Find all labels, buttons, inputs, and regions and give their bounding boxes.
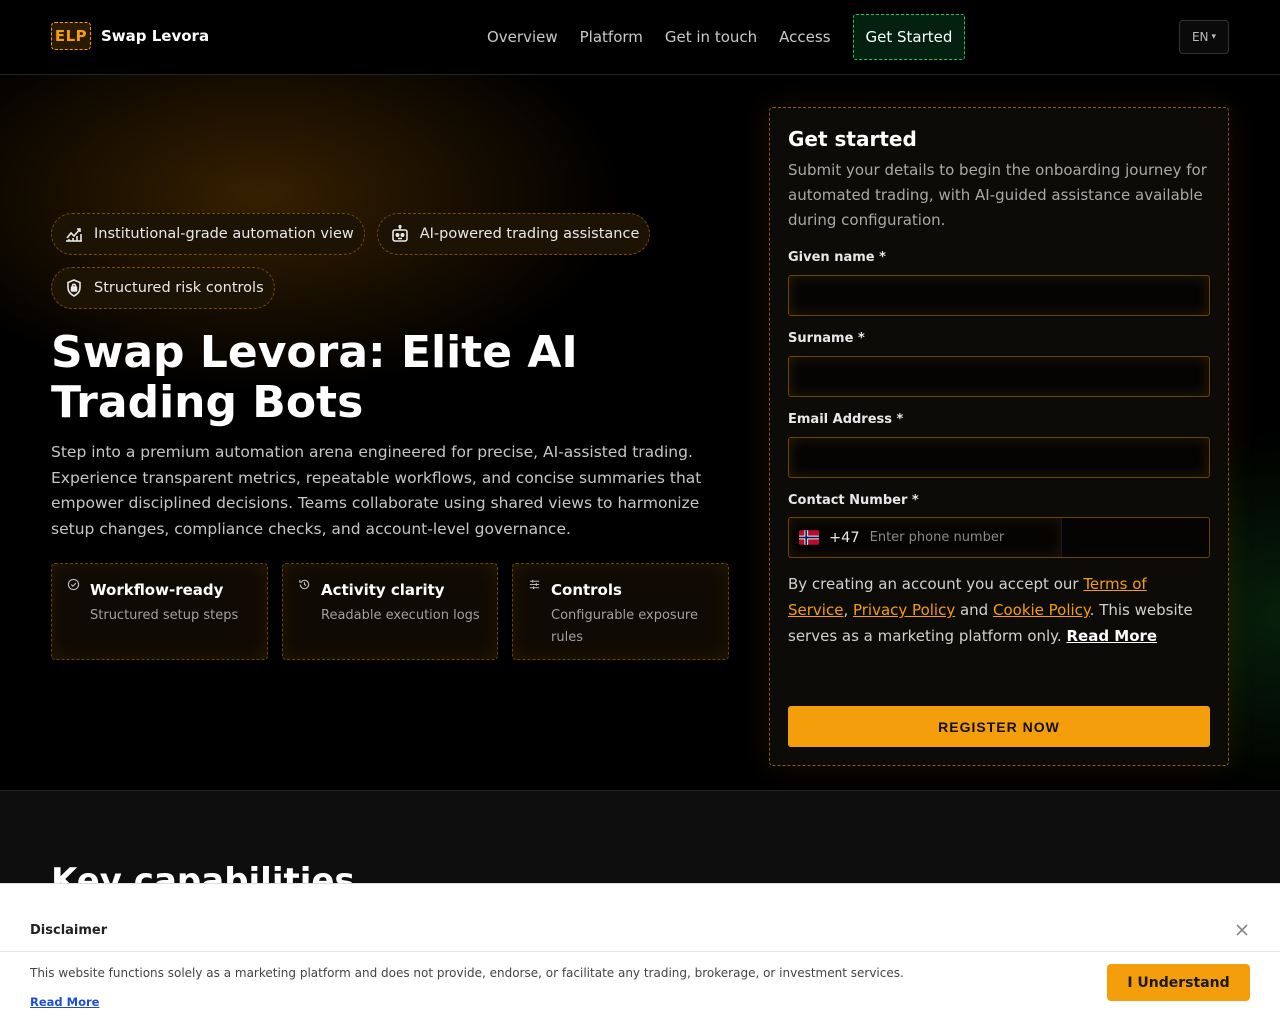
feature-title: Workflow-ready: [90, 581, 224, 599]
sliders-icon: [529, 579, 540, 590]
nav-overview[interactable]: Overview: [487, 28, 558, 46]
feature-subtitle: Structured setup steps: [90, 608, 239, 623]
surname-field[interactable]: [788, 356, 1210, 397]
terms-and: and: [955, 601, 993, 619]
nav-get-in-touch[interactable]: Get in touch: [665, 28, 757, 46]
robot-icon: [391, 224, 408, 242]
chip-automation-view: Institutional-grade automation view: [51, 213, 365, 255]
email-field[interactable]: [788, 437, 1210, 478]
feature-cards: Workflow-ready Structured setup steps Ac…: [51, 563, 729, 660]
nav-platform[interactable]: Platform: [580, 28, 643, 46]
nav-access[interactable]: Access: [779, 28, 830, 46]
language-selector[interactable]: EN ▾: [1179, 20, 1229, 54]
form-title: Get started: [788, 127, 917, 151]
terms-text: By creating an account you accept our Te…: [788, 571, 1208, 649]
feature-title: Activity clarity: [321, 581, 445, 599]
chevron-down-icon: ▾: [1211, 32, 1217, 42]
chip-label: Structured risk controls: [94, 280, 264, 296]
feature-subtitle: Configurable exposure rules: [551, 608, 698, 645]
page-title: Swap Levora: Elite AI Trading Bots: [51, 327, 578, 428]
feature-card-controls: Controls Configurable exposure rules: [512, 563, 729, 660]
disclaimer-banner: Disclaimer This website functions solely…: [0, 883, 1280, 1024]
surname-label: Surname *: [788, 331, 865, 346]
main-nav: Overview Platform Get in touch Access Ge…: [487, 14, 966, 60]
disclaimer-title: Disclaimer: [30, 923, 108, 938]
form-subtitle: Submit your details to begin the onboard…: [788, 161, 1207, 229]
chip-label: AI-powered trading assistance: [419, 226, 640, 242]
phone-input[interactable]: +47 Enter phone number: [789, 518, 1062, 557]
get-started-button[interactable]: Get Started: [852, 14, 966, 60]
feature-title: Controls: [551, 581, 622, 599]
norway-flag-icon[interactable]: [799, 530, 819, 545]
feature-subtitle: Readable execution logs: [321, 608, 480, 623]
hero-chips: Institutional-grade automation view AI-p…: [51, 213, 691, 309]
language-value: EN: [1191, 30, 1209, 44]
phone-field: +47 Enter phone number: [788, 517, 1210, 558]
disclaimer-text: This website functions solely as a marke…: [30, 966, 904, 980]
given-name-field[interactable]: [788, 275, 1210, 316]
chart-growth-icon: [66, 228, 82, 242]
logo-mark: ELP: [51, 22, 91, 50]
chip-ai-assistance: AI-powered trading assistance: [376, 213, 651, 255]
signup-form-card: Get started Submit your details to begin…: [769, 107, 1229, 766]
check-circle-icon: [67, 578, 80, 591]
terms-prefix: By creating an account you accept our: [788, 575, 1084, 593]
terms-separator: ,: [843, 601, 853, 619]
feature-card-activity: Activity clarity Readable execution logs: [282, 563, 498, 660]
brand-name: Swap Levora: [101, 27, 210, 45]
logo[interactable]: ELP Swap Levora: [51, 22, 209, 50]
read-more-link[interactable]: Read More: [1066, 627, 1157, 645]
site-header: ELP Swap Levora Overview Platform Get in…: [0, 0, 1280, 75]
privacy-policy-link[interactable]: Privacy Policy: [853, 601, 955, 619]
disclaimer-header: Disclaimer: [0, 910, 1280, 952]
chip-risk-controls: Structured risk controls: [51, 267, 275, 309]
chip-label: Institutional-grade automation view: [94, 226, 354, 242]
shield-lock-icon: [67, 279, 81, 297]
phone-label: Contact Number *: [788, 493, 919, 508]
feature-card-workflow: Workflow-ready Structured setup steps: [51, 563, 268, 660]
email-label: Email Address *: [788, 412, 904, 427]
understand-button[interactable]: I Understand: [1107, 964, 1250, 1001]
cookie-policy-link[interactable]: Cookie Policy: [993, 601, 1090, 619]
register-button[interactable]: REGISTER NOW: [788, 706, 1210, 747]
phone-placeholder: Enter phone number: [869, 530, 1005, 545]
close-icon[interactable]: [1233, 921, 1251, 939]
given-name-label: Given name *: [788, 250, 886, 265]
history-icon: [299, 579, 310, 590]
hero-description: Step into a premium automation arena eng…: [51, 443, 702, 538]
disclaimer-read-more-link[interactable]: Read More: [30, 995, 99, 1009]
country-code: +47: [829, 529, 860, 546]
